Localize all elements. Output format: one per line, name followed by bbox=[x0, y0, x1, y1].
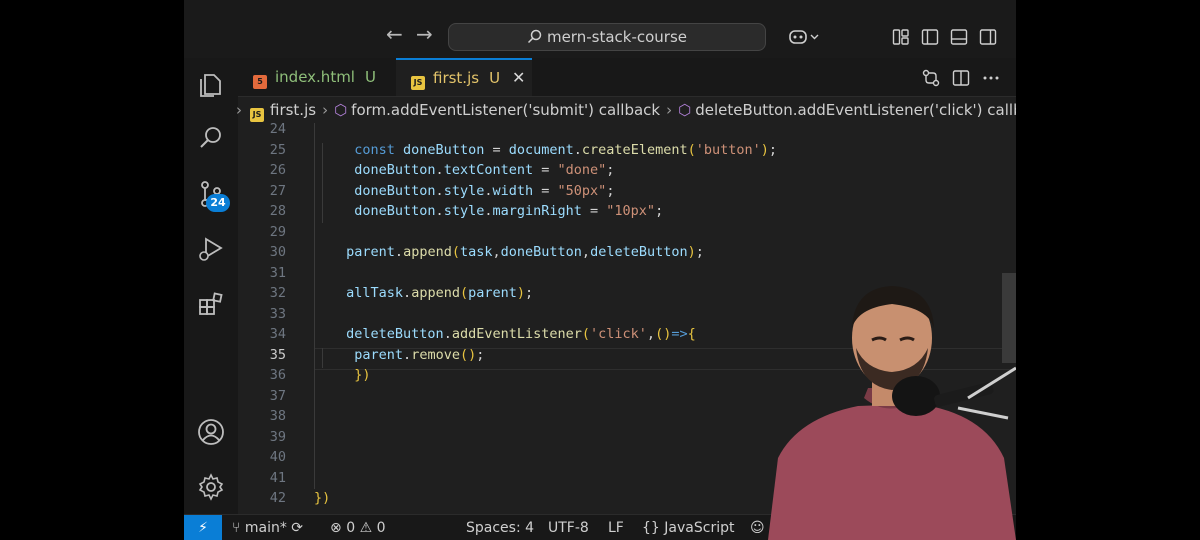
indentation-status[interactable]: Spaces: 4 bbox=[466, 515, 534, 540]
webcam-presenter-image bbox=[768, 286, 1016, 540]
close-tab-icon[interactable]: ✕ bbox=[512, 68, 525, 87]
tab-status: U bbox=[364, 68, 376, 86]
search-view-icon[interactable] bbox=[197, 124, 225, 152]
search-icon bbox=[527, 29, 542, 44]
toggle-sidebar-icon[interactable] bbox=[921, 28, 939, 46]
line-number: 27 bbox=[269, 182, 286, 199]
line-number: 30 bbox=[269, 244, 286, 260]
js-icon: JS bbox=[250, 108, 264, 122]
chevron-right-icon: › bbox=[666, 101, 673, 119]
toggle-secondary-sidebar-icon[interactable] bbox=[979, 28, 997, 46]
run-debug-icon[interactable] bbox=[197, 235, 225, 263]
line-number: 25 bbox=[269, 141, 286, 158]
tab-first-js[interactable]: JS first.js U ✕ bbox=[396, 58, 532, 96]
branch-status[interactable]: ⑂ main* ⟳ bbox=[232, 515, 303, 540]
line-number: 36 bbox=[269, 367, 286, 383]
line-number: 24 bbox=[269, 121, 286, 137]
line-number: 32 bbox=[269, 285, 286, 301]
line-number: 35 bbox=[269, 346, 286, 363]
js-icon: JS bbox=[411, 76, 425, 90]
explorer-icon[interactable] bbox=[197, 71, 225, 99]
extensions-icon[interactable] bbox=[197, 290, 225, 318]
eol-status[interactable]: LF bbox=[608, 515, 624, 540]
method-icon: ⬡ bbox=[334, 101, 348, 119]
code-line[interactable]: deleteButton.addEventListener('click',()… bbox=[338, 326, 696, 342]
indent-guide bbox=[314, 123, 315, 489]
line-number: 37 bbox=[269, 387, 286, 404]
code-line[interactable]: doneButton.textContent = "done"; bbox=[338, 162, 614, 178]
line-number: 28 bbox=[269, 203, 286, 219]
open-changes-icon[interactable] bbox=[922, 69, 940, 87]
problems-status[interactable]: ⊗ 0 ⚠ 0 bbox=[330, 515, 386, 540]
code-line[interactable]: }) bbox=[314, 490, 330, 506]
language-status[interactable]: {} JavaScript bbox=[642, 515, 734, 540]
indent-guide bbox=[322, 143, 323, 223]
line-number: 42 bbox=[269, 490, 286, 506]
source-control-badge: 24 bbox=[206, 194, 230, 212]
chevron-right-icon: › bbox=[236, 101, 242, 119]
tab-label: index.html bbox=[275, 68, 355, 86]
more-actions-icon[interactable] bbox=[982, 69, 1000, 87]
tab-label: first.js bbox=[433, 69, 480, 87]
split-editor-icon[interactable] bbox=[952, 69, 970, 87]
braces-icon: {} bbox=[642, 520, 660, 536]
html5-icon: 5 bbox=[253, 75, 267, 89]
account-icon[interactable] bbox=[197, 418, 225, 446]
line-number: 29 bbox=[269, 223, 286, 240]
breadcrumb: › JS first.js › ⬡ form.addEventListener('subm… bbox=[236, 97, 1016, 123]
code-line[interactable]: parent.remove(); bbox=[338, 347, 484, 363]
line-number: 40 bbox=[269, 449, 286, 465]
line-number: 33 bbox=[269, 305, 286, 322]
chevron-right-icon: › bbox=[322, 101, 329, 119]
code-line[interactable]: }) bbox=[338, 367, 370, 383]
back-arrow-icon[interactable]: ← bbox=[386, 24, 403, 44]
line-number: 41 bbox=[269, 469, 286, 486]
branch-name: main* bbox=[244, 520, 287, 536]
line-number: 26 bbox=[269, 162, 286, 178]
code-line[interactable]: doneButton.style.marginRight = "10px"; bbox=[338, 203, 663, 219]
remote-indicator[interactable]: ⚡ bbox=[184, 515, 222, 540]
copilot-status-icon[interactable]: ☺ bbox=[750, 515, 765, 540]
line-number: 39 bbox=[269, 428, 286, 445]
language-name: JavaScript bbox=[664, 520, 735, 536]
code-line[interactable]: parent.append(task,doneButton,deleteButt… bbox=[338, 244, 704, 260]
copilot-icon[interactable] bbox=[788, 28, 822, 46]
title-bar: ← → mern-stack-course bbox=[184, 0, 1016, 58]
activity-bar: 24 bbox=[184, 58, 238, 514]
editor-tabs: 5 index.html U JS first.js U ✕ bbox=[238, 58, 1016, 97]
code-line[interactable]: allTask.append(parent); bbox=[338, 285, 533, 301]
code-line[interactable]: doneButton.style.width = "50px"; bbox=[338, 183, 614, 199]
customize-layout-icon[interactable] bbox=[892, 28, 910, 46]
forward-arrow-icon[interactable]: → bbox=[416, 24, 433, 44]
breadcrumb-symbol-click[interactable]: deleteButton.addEventListener('click') c… bbox=[695, 101, 1016, 119]
line-number: 34 bbox=[269, 326, 286, 342]
breadcrumb-symbol-submit[interactable]: form.addEventListener('submit') callback bbox=[351, 101, 660, 119]
error-count: 0 bbox=[346, 520, 356, 536]
toggle-panel-icon[interactable] bbox=[950, 28, 968, 46]
line-number: 38 bbox=[269, 408, 286, 424]
git-branch-icon: ⑂ bbox=[232, 520, 241, 536]
settings-gear-icon[interactable] bbox=[197, 473, 225, 501]
warning-count: 0 bbox=[376, 520, 386, 536]
tab-status: U bbox=[489, 69, 501, 87]
breadcrumb-file[interactable]: first.js bbox=[270, 101, 316, 119]
line-number: 31 bbox=[269, 264, 286, 281]
sync-icon: ⟳ bbox=[291, 520, 304, 536]
warning-icon: ⚠ bbox=[359, 520, 373, 536]
command-center-search[interactable]: mern-stack-course bbox=[448, 23, 766, 51]
indent-guide bbox=[322, 348, 323, 368]
tab-index-html[interactable]: 5 index.html U bbox=[238, 58, 396, 96]
error-icon: ⊗ bbox=[330, 520, 342, 536]
command-center-label: mern-stack-course bbox=[546, 28, 688, 46]
method-icon: ⬡ bbox=[678, 101, 692, 119]
encoding-status[interactable]: UTF-8 bbox=[548, 515, 589, 540]
code-line[interactable]: const doneButton = document.createElemen… bbox=[338, 142, 777, 158]
